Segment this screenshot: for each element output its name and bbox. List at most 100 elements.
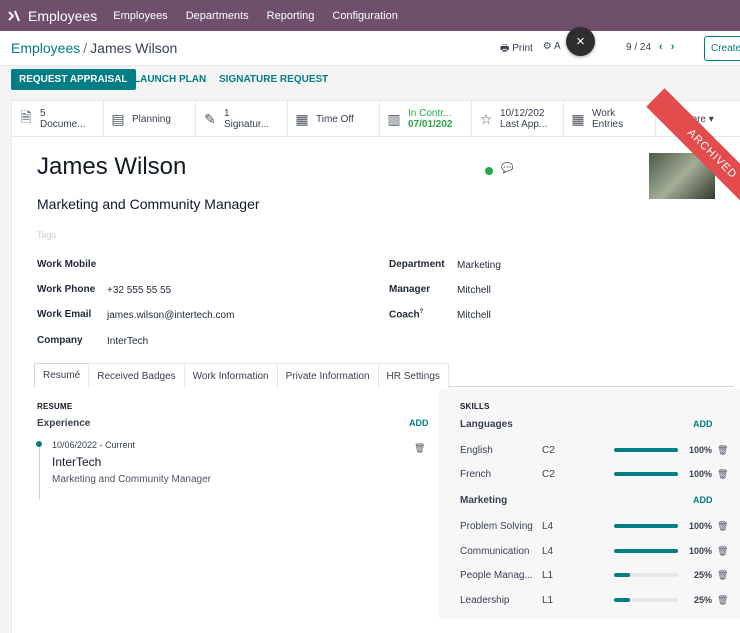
- skill-percentage: 100%: [688, 469, 712, 479]
- print-button[interactable]: 🖶 Print: [500, 41, 533, 58]
- time-off-smart-button[interactable]: ▦ Time Off: [288, 101, 380, 137]
- signature-count: 1: [224, 108, 230, 119]
- skill-progress-bar: [614, 524, 678, 528]
- notebook-tabs: Resumé Received Badges Work Information …: [34, 363, 734, 388]
- coach-label-text: Coach: [389, 309, 420, 321]
- pager: 9 / 24 ‹ ›: [626, 41, 674, 53]
- menu-departments[interactable]: Departments: [186, 10, 249, 22]
- work-entries-icon: ▦: [571, 110, 585, 127]
- job-title[interactable]: Marketing and Community Manager: [37, 196, 260, 212]
- tags-input[interactable]: Tags: [37, 230, 56, 240]
- timeline-line: [39, 442, 40, 500]
- work-entries-line1: Work: [592, 108, 616, 119]
- print-icon: 🖶: [500, 43, 510, 54]
- skill-percentage: 25%: [693, 595, 712, 605]
- close-icon[interactable]: ×: [566, 27, 595, 56]
- skill-percentage: 100%: [688, 546, 712, 556]
- apps-menu-icon[interactable]: [2, 0, 26, 31]
- tab-received-badges[interactable]: Received Badges: [88, 363, 185, 388]
- signature-smart-button[interactable]: ✎ 1 Signatur...: [196, 101, 288, 137]
- breadcrumb-parent[interactable]: Employees: [11, 40, 80, 56]
- department-value[interactable]: Marketing: [457, 260, 501, 271]
- documents-label: Docume...: [40, 119, 86, 130]
- coach-help-icon[interactable]: ?: [420, 309, 424, 315]
- print-label: Print: [512, 43, 533, 54]
- documents-smart-button[interactable]: 🗎 5 Docume...: [12, 101, 104, 137]
- documents-count: 5: [40, 108, 46, 119]
- pager-next-icon[interactable]: ›: [671, 41, 675, 53]
- skill-level: L4: [542, 546, 554, 557]
- skill-name[interactable]: Communication: [460, 546, 529, 557]
- delete-skill-icon[interactable]: 🗑: [717, 570, 728, 581]
- skill-name[interactable]: English: [460, 445, 493, 456]
- form-statusbar: REQUEST APPRAISAL LAUNCH PLAN SIGNATURE …: [0, 66, 740, 94]
- resume-entry-date: 10/06/2022 - Current: [52, 440, 136, 450]
- request-appraisal-button[interactable]: REQUEST APPRAISAL: [11, 69, 136, 90]
- tab-resume[interactable]: Resumé: [34, 363, 90, 388]
- experience-heading: Experience: [37, 418, 91, 429]
- appraisal-date: 10/12/202: [500, 108, 545, 119]
- tab-private-information[interactable]: Private Information: [276, 363, 379, 388]
- delete-skill-icon[interactable]: 🗑: [717, 546, 728, 557]
- action-menus: 🖶 Print ⚙ A: [500, 41, 561, 58]
- menu-configuration[interactable]: Configuration: [332, 10, 397, 22]
- file-icon: 🗎: [20, 109, 32, 125]
- work-entries-smart-button[interactable]: ▦ Work Entries: [564, 101, 656, 137]
- company-value[interactable]: InterTech: [107, 336, 148, 347]
- add-experience-button[interactable]: ADD: [409, 418, 429, 428]
- action-button[interactable]: ⚙ A: [543, 41, 561, 58]
- work-entries-line2: Entries: [592, 119, 624, 130]
- launch-plan-button[interactable]: LAUNCH PLAN: [126, 69, 214, 90]
- skill-name[interactable]: Problem Solving: [460, 521, 533, 532]
- skill-level: C2: [542, 445, 555, 456]
- department-label: Department: [389, 259, 445, 270]
- chat-icon[interactable]: 💬: [501, 163, 513, 174]
- contract-smart-button[interactable]: ▥ In Contr... 07/01/202: [380, 101, 472, 137]
- star-icon: ☆: [479, 110, 493, 127]
- create-button[interactable]: Create: [704, 36, 740, 61]
- skill-name[interactable]: French: [460, 469, 491, 480]
- skill-progress-fill: [614, 598, 630, 602]
- breadcrumb-separator: /: [83, 40, 88, 56]
- menu-employees[interactable]: Employees: [113, 10, 167, 22]
- menu-reporting[interactable]: Reporting: [267, 10, 315, 22]
- delete-experience-icon[interactable]: 🗑: [414, 443, 425, 454]
- pager-previous-icon[interactable]: ‹: [659, 41, 663, 53]
- coach-value[interactable]: Mitchell: [457, 310, 491, 321]
- appraisal-smart-button[interactable]: ☆ 10/12/202 Last App...: [472, 101, 564, 137]
- delete-skill-icon[interactable]: 🗑: [717, 595, 728, 606]
- skill-group-marketing: Marketing: [460, 495, 508, 506]
- planning-smart-button[interactable]: ▤ Planning: [104, 101, 196, 137]
- employee-name[interactable]: James Wilson: [37, 153, 186, 181]
- gear-icon: ⚙: [542, 41, 552, 52]
- pen-icon: ✎: [204, 110, 216, 127]
- planning-label: Planning: [132, 113, 171, 125]
- tab-work-information[interactable]: Work Information: [183, 363, 278, 388]
- skill-level: L1: [542, 570, 554, 581]
- skills-section-title: SKILLS: [460, 402, 490, 411]
- delete-skill-icon[interactable]: 🗑: [717, 469, 728, 480]
- tab-hr-settings[interactable]: HR Settings: [377, 363, 449, 388]
- work-phone-value[interactable]: +32 555 55 55: [107, 285, 171, 296]
- skill-percentage: 100%: [688, 521, 712, 531]
- signature-label: Signatur...: [224, 119, 270, 130]
- time-off-label: Time Off: [316, 113, 354, 125]
- resume-entry-company[interactable]: InterTech: [52, 455, 101, 469]
- pager-value[interactable]: 9 / 24: [626, 42, 651, 53]
- skill-progress-fill: [614, 549, 678, 553]
- control-panel: Employees / James Wilson 🖶 Print ⚙ A 9 / 2…: [0, 31, 740, 66]
- add-language-skill-button[interactable]: ADD: [693, 419, 713, 429]
- manager-label: Manager: [389, 284, 431, 295]
- skill-name[interactable]: People Manag...: [460, 570, 533, 581]
- add-marketing-skill-button[interactable]: ADD: [693, 495, 713, 505]
- work-email-value[interactable]: james.wilson@intertech.com: [107, 310, 234, 321]
- manager-value[interactable]: Mitchell: [457, 285, 491, 296]
- skill-level: L1: [542, 595, 554, 606]
- signature-request-button[interactable]: SIGNATURE REQUEST: [211, 69, 336, 90]
- delete-skill-icon[interactable]: 🗑: [717, 445, 728, 456]
- skill-name[interactable]: Leadership: [460, 595, 509, 606]
- delete-skill-icon[interactable]: 🗑: [717, 521, 728, 532]
- app-name[interactable]: Employees: [28, 8, 97, 24]
- planning-icon: ▤: [111, 110, 125, 127]
- skill-progress-bar: [614, 573, 678, 577]
